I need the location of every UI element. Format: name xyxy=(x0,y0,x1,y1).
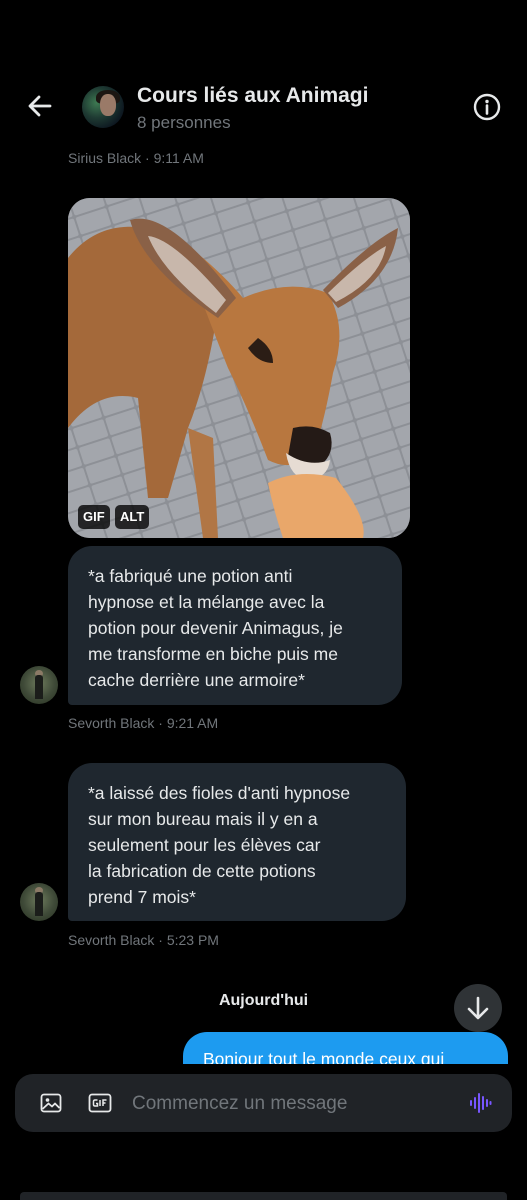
voice-message-button[interactable] xyxy=(468,1091,492,1115)
participant-count[interactable]: 8 personnes xyxy=(137,113,231,133)
back-arrow-icon xyxy=(28,95,52,117)
deer-gif-image xyxy=(68,198,410,538)
group-avatar[interactable] xyxy=(82,86,124,128)
back-button[interactable] xyxy=(24,90,56,122)
message-line: prend 7 mois* xyxy=(88,887,196,907)
message-input[interactable] xyxy=(130,1086,464,1122)
message-meta: Sirius Black · 9:11 AM xyxy=(68,150,204,166)
gif-badge: GIF xyxy=(78,505,110,529)
conversation-header: Cours liés aux Animagi 8 personnes xyxy=(0,0,527,150)
avatar-figure xyxy=(35,675,43,699)
info-button[interactable] xyxy=(472,92,502,122)
message-line: *a laissé des fioles d'anti hypnose xyxy=(88,783,351,803)
alt-badge[interactable]: ALT xyxy=(115,505,150,529)
arrow-down-icon xyxy=(467,996,489,1020)
day-separator: Aujourd'hui xyxy=(218,992,309,1009)
message-line: *a fabriqué une potion anti xyxy=(88,566,293,586)
message-line: potion pour devenir Animagus, je xyxy=(88,618,343,638)
voice-wave-icon xyxy=(470,1093,492,1113)
image-icon xyxy=(40,1093,62,1113)
sender-avatar[interactable] xyxy=(20,883,58,921)
outgoing-message-clip: Bonjour tout le monde ceux qui xyxy=(0,1032,527,1064)
sender-avatar[interactable] xyxy=(20,666,58,704)
gif-icon xyxy=(88,1093,112,1113)
message-composer xyxy=(15,1074,512,1132)
avatar-face xyxy=(100,94,116,116)
message-line: seulement pour les élèves car xyxy=(88,835,321,855)
conversation-title[interactable]: Cours liés aux Animagi xyxy=(137,84,368,108)
message-line: cache derrière une armoire* xyxy=(88,670,305,690)
message-bubble[interactable]: *a laissé des fioles d'anti hypnose sur … xyxy=(68,763,406,921)
scroll-to-bottom-button[interactable] xyxy=(454,984,502,1032)
message-bubble[interactable]: *a fabriqué une potion anti hypnose et l… xyxy=(68,546,402,705)
add-gif-button[interactable] xyxy=(88,1091,112,1115)
message-meta: Sevorth Black · 9:21 AM xyxy=(68,715,219,731)
add-image-button[interactable] xyxy=(39,1091,63,1115)
message-line: me transforme en biche puis me xyxy=(88,644,338,664)
message-line: hypnose et la mélange avec la xyxy=(88,592,325,612)
message-line: sur mon bureau mais il y en a xyxy=(88,809,318,829)
outgoing-message-bubble[interactable]: Bonjour tout le monde ceux qui xyxy=(183,1032,508,1064)
avatar-figure xyxy=(35,892,43,916)
message-line: la fabrication de cette potions xyxy=(88,861,316,881)
info-icon xyxy=(473,93,501,121)
message-meta: Sevorth Black · 5:23 PM xyxy=(68,932,219,948)
gif-media[interactable] xyxy=(68,198,410,538)
bottom-sheet-edge xyxy=(20,1192,507,1200)
